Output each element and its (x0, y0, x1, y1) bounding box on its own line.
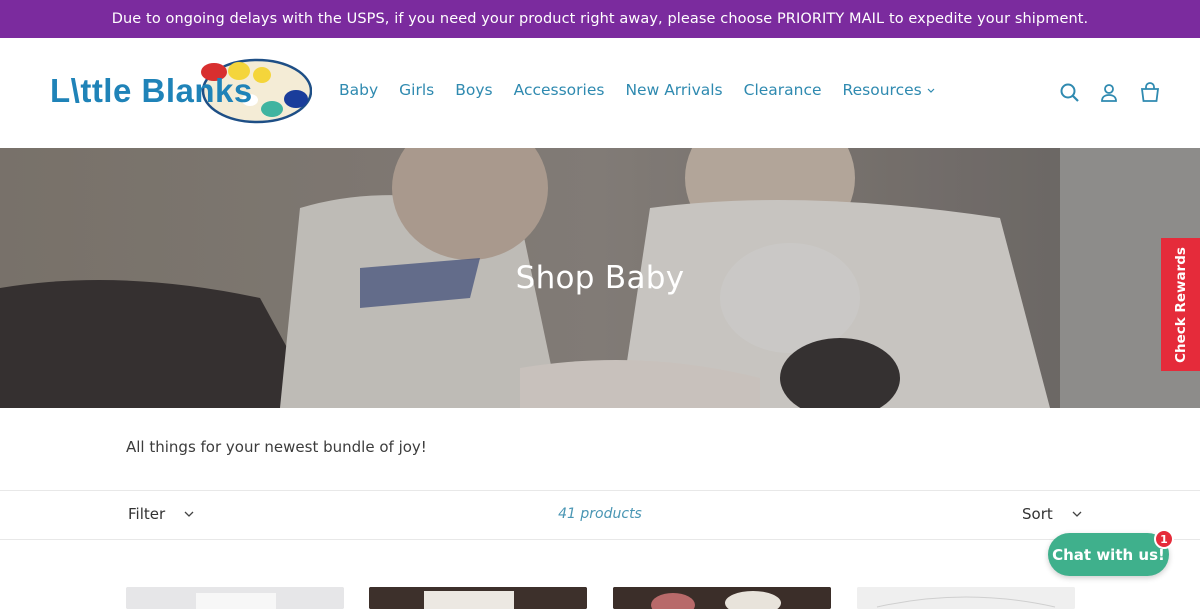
nav-item-boys[interactable]: Boys (455, 81, 492, 99)
site-logo[interactable]: L\ttle Blanks (50, 58, 312, 126)
cart-icon[interactable] (1139, 82, 1161, 104)
chat-label: Chat with us! (1052, 545, 1165, 564)
product-card[interactable] (126, 587, 344, 609)
product-count: 41 products (558, 506, 642, 522)
site-header: L\ttle Blanks Baby Girls Boys Accessorie… (0, 38, 1200, 148)
product-image (126, 587, 344, 609)
product-image (857, 587, 1075, 609)
product-card[interactable] (613, 587, 831, 609)
product-card[interactable] (369, 587, 587, 609)
check-rewards-label: Check Rewards (1172, 246, 1189, 363)
collection-description: All things for your newest bundle of joy… (126, 438, 427, 456)
sort-label: Sort (1022, 505, 1053, 523)
chevron-down-icon (927, 88, 935, 93)
hero-banner: Shop Baby (0, 148, 1200, 408)
nav-item-new-arrivals[interactable]: New Arrivals (625, 81, 722, 99)
chat-button[interactable]: Chat with us! (1048, 533, 1169, 576)
chat-notification-badge: 1 (1154, 529, 1174, 549)
announcement-text: Due to ongoing delays with the USPS, if … (111, 11, 1089, 27)
announcement-bar: Due to ongoing delays with the USPS, if … (0, 0, 1200, 38)
check-rewards-tab[interactable]: Check Rewards (1161, 238, 1200, 371)
sort-dropdown[interactable]: Sort (1022, 505, 1082, 523)
search-icon[interactable] (1059, 82, 1081, 104)
nav-item-accessories[interactable]: Accessories (514, 81, 605, 99)
main-nav: Baby Girls Boys Accessories New Arrivals… (339, 81, 956, 99)
chevron-down-icon (1072, 511, 1081, 517)
nav-item-resources-label: Resources (842, 81, 922, 99)
nav-item-baby[interactable]: Baby (339, 81, 378, 99)
collection-toolbar: Filter 41 products Sort (0, 490, 1200, 540)
user-icon[interactable] (1099, 82, 1119, 104)
product-card[interactable] (857, 587, 1075, 609)
logo-text: L\ttle Blanks (50, 72, 253, 109)
product-image (613, 587, 831, 609)
product-image (369, 587, 587, 609)
nav-item-clearance[interactable]: Clearance (744, 81, 822, 99)
nav-item-girls[interactable]: Girls (399, 81, 434, 99)
hero-title: Shop Baby (515, 260, 685, 296)
nav-item-resources[interactable]: Resources (843, 81, 935, 99)
